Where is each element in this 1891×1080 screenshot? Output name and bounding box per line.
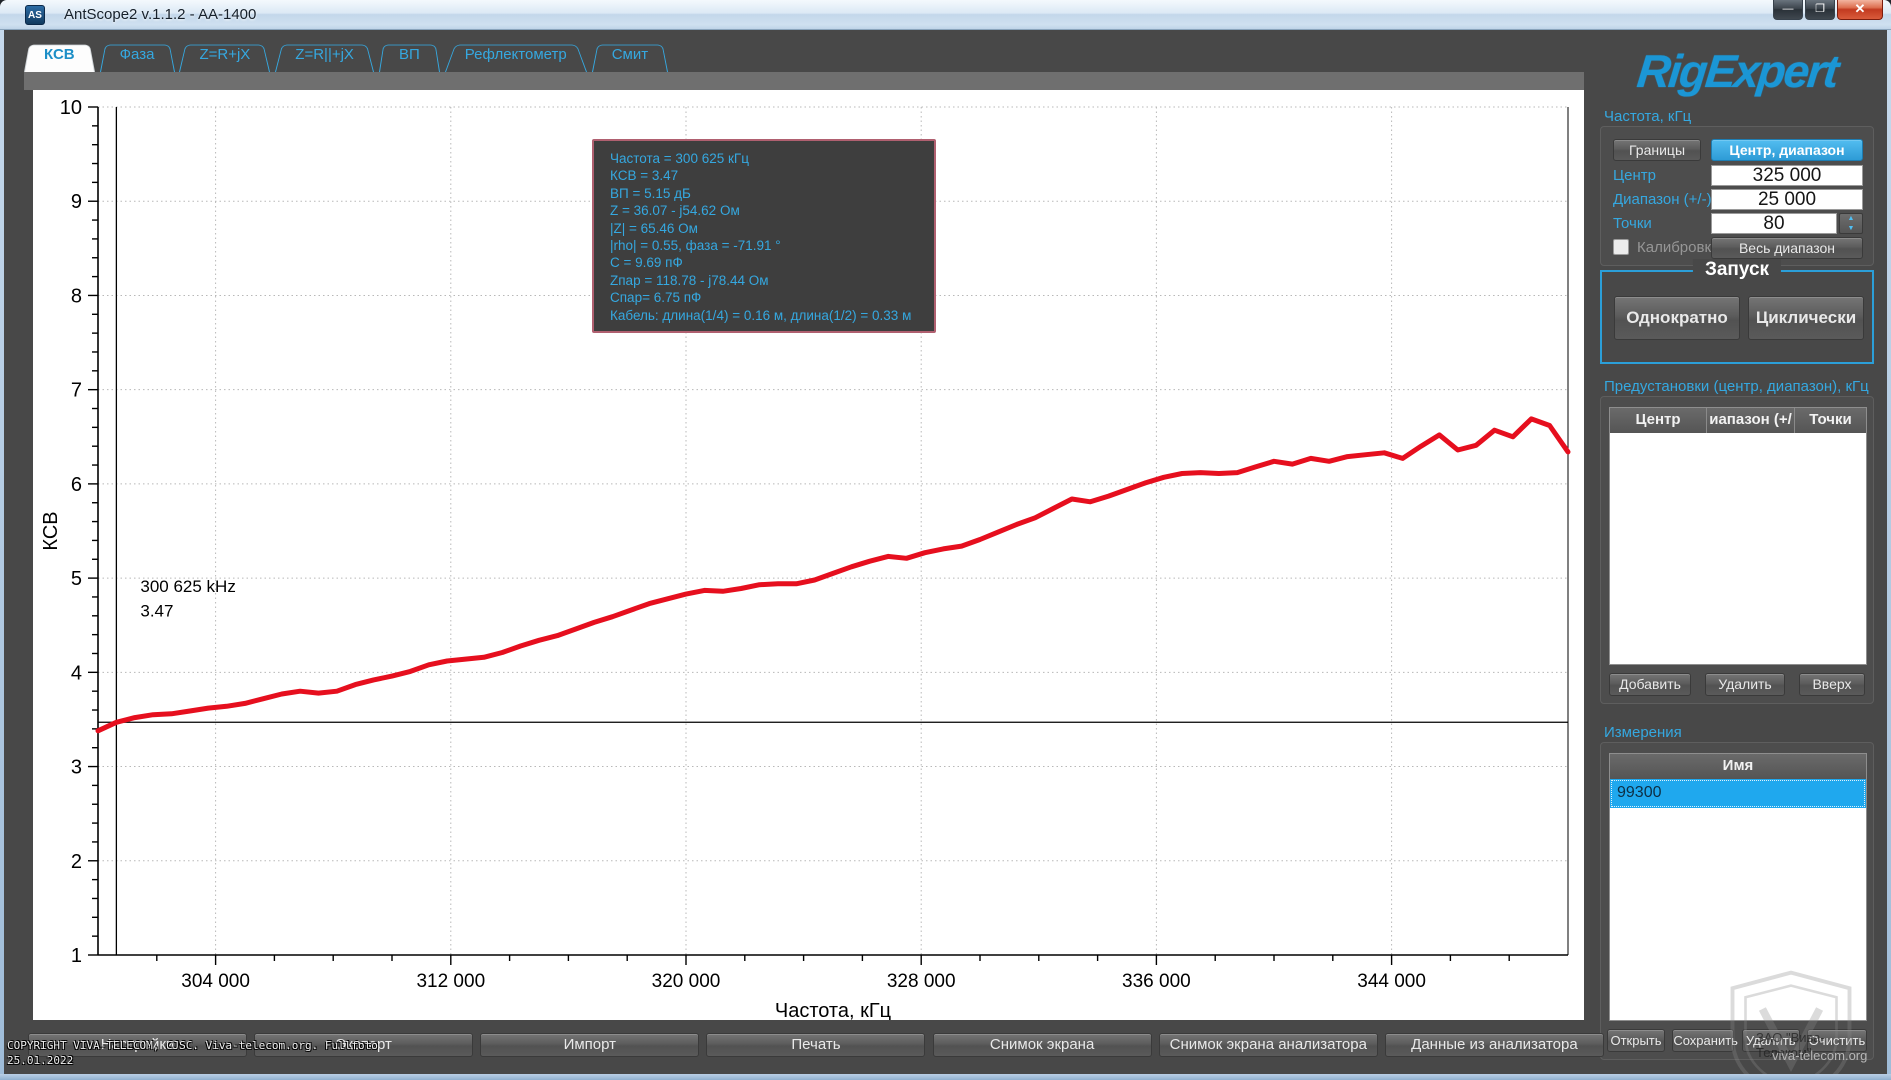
tab-bar: КСВ Фаза Z=R+jX Z=R||+jX ВП Рефлектометр… [24, 40, 668, 72]
x-tick-label: 312 000 [416, 971, 485, 992]
frequency-groupbox: Границы Центр, диапазон Центр Диапазон (… [1600, 126, 1874, 266]
window-title: AntScope2 v.1.1.2 - AA-1400 [64, 6, 256, 23]
points-input[interactable] [1711, 213, 1837, 234]
presets-col-span: иапазон (+/ [1706, 408, 1794, 433]
measurements-col-name: Имя [1610, 754, 1866, 779]
center-frequency-input[interactable] [1711, 165, 1863, 186]
x-tick-label: 328 000 [887, 971, 956, 992]
swr-chart-panel: 1 2 3 4 5 6 7 8 9 10 304 000 312 000 320 000 328 000 3… [33, 90, 1584, 1020]
calibration-label: Калибровка [1637, 239, 1720, 256]
presets-col-points: Точки [1794, 408, 1866, 433]
tooltip-line: Z = 36.07 - j54.62 Ом [610, 202, 934, 219]
maximize-button[interactable]: ❐ [1805, 0, 1835, 20]
y-tick-label: 10 [60, 97, 82, 119]
sidebar: RigExpert Частота, кГц Границы Центр, ди… [1596, 30, 1879, 1074]
tab-z-parallel[interactable]: Z=R||+jX [275, 40, 374, 72]
tooltip-line: ВП = 5.15 дБ [610, 185, 934, 202]
screenshot-button[interactable]: Снимок экрана [933, 1033, 1152, 1057]
x-axis-title: Частота, кГц [775, 1000, 891, 1020]
y-tick-label: 8 [71, 285, 82, 307]
print-button[interactable]: Печать [706, 1033, 925, 1057]
presets-groupbox: Центр иапазон (+/ Точки Добавить Удалить… [1600, 396, 1874, 704]
presets-col-center: Центр [1610, 408, 1706, 433]
run-cyclic-button[interactable]: Циклически [1748, 296, 1864, 340]
measurements-section-label: Измерения [1604, 724, 1682, 741]
full-range-button[interactable]: Весь диапазон [1711, 237, 1863, 259]
tooltip-line: Zпар = 118.78 - j78.44 Ом [610, 272, 934, 289]
y-tick-label: 1 [71, 945, 82, 967]
marker-annotation-swr: 3.47 [140, 602, 173, 621]
site-watermark: viva-telecom.org [1772, 1048, 1867, 1063]
analyzer-data-button[interactable]: Данные из анализатора [1385, 1033, 1604, 1057]
center-span-mode-button[interactable]: Центр, диапазон [1711, 139, 1863, 161]
analyzer-screenshot-button[interactable]: Снимок экрана анализатора [1159, 1033, 1378, 1057]
x-tick-label: 336 000 [1122, 971, 1191, 992]
preset-add-button[interactable]: Добавить [1609, 673, 1691, 696]
minimize-button[interactable]: — [1773, 0, 1803, 20]
measurements-list-header: Имя [1610, 754, 1866, 779]
tab-faza[interactable]: Фаза [100, 40, 175, 72]
y-tick-label: 2 [71, 851, 82, 873]
app-icon: AS [25, 5, 45, 25]
rigexpert-logo: RigExpert [1601, 44, 1873, 102]
tooltip-line: Кабель: длина(1/4) = 0.16 м, длина(1/2) … [610, 307, 934, 324]
spin-up-icon[interactable]: ▲ [1840, 214, 1862, 224]
y-tick-label: 7 [71, 380, 82, 402]
window-frame-right [1887, 30, 1891, 1074]
y-tick-label: 6 [71, 474, 82, 496]
tab-vp[interactable]: ВП [379, 40, 440, 72]
client-area: КСВ Фаза Z=R+jX Z=R||+jX ВП Рефлектометр… [4, 30, 1887, 1074]
tooltip-line: |Z| = 65.46 Ом [610, 220, 934, 237]
y-tick-label: 4 [71, 662, 82, 684]
tab-ksv[interactable]: КСВ [24, 40, 95, 72]
tab-z-series[interactable]: Z=R+jX [179, 40, 270, 72]
run-single-button[interactable]: Однократно [1614, 296, 1740, 340]
window-frame-bottom [0, 1074, 1891, 1080]
swr-curve [98, 419, 1568, 731]
presets-section-label: Предустановки (центр, диапазон), кГц [1604, 378, 1869, 395]
x-tick-label: 304 000 [181, 971, 250, 992]
measurement-open-button[interactable]: Открыть [1607, 1029, 1665, 1052]
y-tick-label: 5 [71, 568, 82, 590]
center-label: Центр [1613, 167, 1656, 184]
calibration-checkbox[interactable] [1613, 239, 1629, 255]
app-window: AS AntScope2 v.1.1.2 - AA-1400 — ❐ ✕ КСВ… [0, 0, 1891, 1080]
copyright-watermark: COPYRIGHT VIVA-TELECOM, CJSC. Viva-telec… [7, 1038, 378, 1068]
presets-table[interactable]: Центр иапазон (+/ Точки [1609, 407, 1867, 665]
preset-up-button[interactable]: Вверх [1799, 673, 1865, 696]
y-tick-label: 9 [71, 191, 82, 213]
span-label: Диапазон (+/-) [1613, 191, 1712, 208]
close-button[interactable]: ✕ [1837, 0, 1883, 20]
tooltip-line: C = 9.69 пФ [610, 254, 934, 271]
window-controls: — ❐ ✕ [1773, 0, 1883, 22]
y-tick-label: 3 [71, 757, 82, 779]
points-label: Точки [1613, 215, 1652, 232]
x-tick-label: 344 000 [1357, 971, 1426, 992]
presets-table-header: Центр иапазон (+/ Точки [1610, 408, 1866, 433]
points-stepper[interactable]: ▲ ▼ [1839, 213, 1863, 234]
tooltip-line: КСВ = 3.47 [610, 167, 934, 184]
titlebar[interactable]: AS AntScope2 v.1.1.2 - AA-1400 — ❐ ✕ [0, 0, 1891, 30]
measurement-tooltip: Частота = 300 625 кГц КСВ = 3.47 ВП = 5.… [592, 139, 936, 333]
tab-reflectometer[interactable]: Рефлектометр [445, 40, 587, 72]
run-groupbox: Запуск Однократно Циклически [1600, 270, 1874, 364]
bounds-mode-button[interactable]: Границы [1613, 139, 1701, 161]
tooltip-line: Спар= 6.75 пФ [610, 289, 934, 306]
tooltip-line: Частота = 300 625 кГц [610, 150, 934, 167]
import-button[interactable]: Импорт [480, 1033, 699, 1057]
spin-down-icon[interactable]: ▼ [1840, 224, 1862, 234]
tooltip-line: |rho| = 0.55, фаза = -71.91 ° [610, 237, 934, 254]
marker-annotation-freq: 300 625 kHz [140, 577, 235, 596]
measurement-item-selected[interactable]: 99300 [1610, 779, 1866, 808]
tab-smith[interactable]: Смит [592, 40, 668, 72]
frequency-section-label: Частота, кГц [1604, 108, 1691, 125]
y-axis-title: КСВ [40, 511, 62, 550]
tab-pane-strip [24, 72, 1584, 90]
run-title: Запуск [1693, 259, 1781, 281]
span-input[interactable] [1711, 189, 1863, 210]
x-tick-label: 320 000 [652, 971, 721, 992]
preset-delete-button[interactable]: Удалить [1705, 673, 1785, 696]
